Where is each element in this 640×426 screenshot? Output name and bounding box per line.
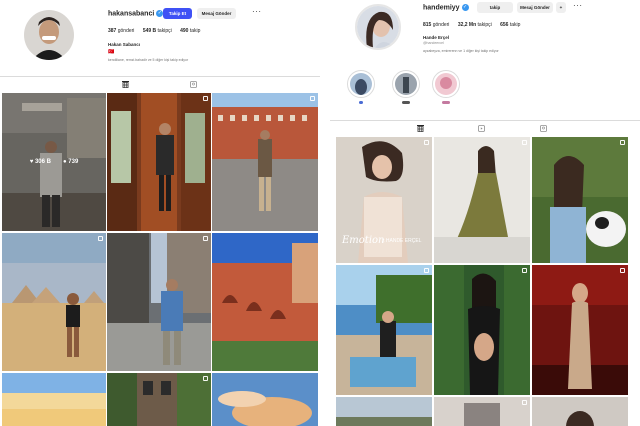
highlight-label-2 (402, 101, 410, 104)
right-profile-panel: handemiyy ✓ takip Mesaj Gönder + ··· 815 … (330, 0, 640, 426)
grid-icon[interactable] (417, 125, 424, 132)
post-tile-city-street[interactable] (107, 233, 211, 371)
right-username[interactable]: handemiyy ✓ (423, 4, 469, 11)
post-tile-square[interactable] (212, 93, 318, 231)
story-highlight-2[interactable] (392, 70, 420, 98)
posts-stat[interactable]: 815 gönderi (423, 22, 449, 28)
comments-count: ● 739 (62, 159, 79, 165)
right-profile-tabs (330, 120, 640, 134)
left-username[interactable]: hakansabanci ✓ (108, 10, 164, 17)
post-tile-white-dress[interactable]: Emotion x HANDE ERÇEL (336, 137, 432, 263)
carousel-icon (522, 400, 527, 405)
right-followed-by[interactable]: ayzabeyza, emirerenn ve 1 diğer kişi tak… (423, 49, 499, 53)
reels-icon[interactable] (478, 125, 485, 132)
post-tile-restaurant[interactable]: ♥ 306 B ● 739 (2, 93, 106, 231)
following-stat[interactable]: 490 takip (180, 28, 200, 34)
left-profile-panel: hakansabanci ✓ Takip Et Mesaj Gönder ··· … (0, 0, 320, 426)
carousel-icon (620, 140, 625, 145)
post-tile-interior[interactable] (434, 397, 530, 426)
tagged-icon[interactable] (190, 81, 197, 88)
right-full-name: Hande Erçel (423, 35, 450, 40)
post-tile-courtyard[interactable] (212, 233, 318, 371)
tagged-icon[interactable] (540, 125, 547, 132)
story-highlight-1[interactable] (347, 70, 375, 98)
carousel-icon (310, 96, 315, 101)
post-tile-green-building[interactable] (107, 373, 211, 426)
panel-divider (320, 0, 330, 426)
post-tile-portrait[interactable] (532, 397, 628, 426)
post-tile-green-gown[interactable] (434, 137, 530, 263)
post-hover-stats: ♥ 306 B ● 739 (2, 93, 106, 231)
right-profile-avatar[interactable] (355, 4, 401, 50)
left-followed-by[interactable]: kendiliane, remzi.bahadir ve 5 diğer kiş… (108, 58, 188, 62)
post-tile-cloud-sky[interactable] (212, 373, 318, 426)
right-stats: 815 gönderi 32,2 Mn takipçi 656 takip (423, 22, 527, 28)
grid-icon[interactable] (122, 81, 129, 88)
likes-count: ♥ 306 B (29, 159, 51, 165)
post-tile-black-dress[interactable] (434, 265, 530, 395)
left-profile-avatar[interactable] (24, 10, 74, 60)
suggest-add-button[interactable]: + (556, 2, 566, 13)
post-tile-landscape[interactable] (336, 397, 432, 426)
more-options-icon[interactable]: ··· (252, 8, 262, 16)
posts-stat[interactable]: 387 gönderi (108, 28, 134, 34)
post-tile-sunset-beach[interactable] (2, 373, 106, 426)
post-tile-seaside-table[interactable] (336, 265, 432, 395)
post-tile-pyramids[interactable] (2, 233, 106, 371)
post-overlay-text: Emotion (342, 235, 385, 246)
carousel-icon (424, 140, 429, 145)
more-options-icon[interactable]: ··· (573, 2, 583, 10)
left-full-name: Hakan Sabancı (108, 42, 141, 47)
carousel-icon (522, 140, 527, 145)
highlight-label-3 (442, 101, 450, 104)
carousel-icon (203, 96, 208, 101)
carousel-icon (203, 376, 208, 381)
verified-badge-icon: ✓ (461, 4, 469, 11)
carousel-icon (620, 268, 625, 273)
message-button[interactable]: Mesaj Gönder (517, 2, 553, 13)
bio-flag: 🇹🇷 (108, 49, 115, 55)
carousel-icon (98, 236, 103, 241)
post-tile-train[interactable] (107, 93, 211, 231)
story-highlight-3[interactable] (432, 70, 460, 98)
post-tile-red-party[interactable] (532, 265, 628, 395)
right-handle-link[interactable]: @handeercel (423, 41, 444, 45)
message-button[interactable]: Mesaj Gönder (197, 8, 236, 19)
followers-stat[interactable]: 549 B takipçi (143, 28, 172, 34)
left-stats: 387 gönderi 549 B takipçi 490 takip (108, 28, 207, 34)
left-profile-tabs (0, 76, 320, 90)
post-tile-dog[interactable] (532, 137, 628, 263)
highlight-label-1 (359, 101, 363, 104)
post-overlay-brand: x HANDE ERÇEL (382, 238, 422, 244)
followers-stat[interactable]: 32,2 Mn takipçi (458, 22, 492, 28)
following-button[interactable]: takip (477, 2, 513, 13)
carousel-icon (522, 268, 527, 273)
follow-button[interactable]: Takip Et (163, 8, 192, 19)
carousel-icon (424, 268, 429, 273)
carousel-icon (203, 236, 208, 241)
following-stat[interactable]: 656 takip (500, 22, 520, 28)
